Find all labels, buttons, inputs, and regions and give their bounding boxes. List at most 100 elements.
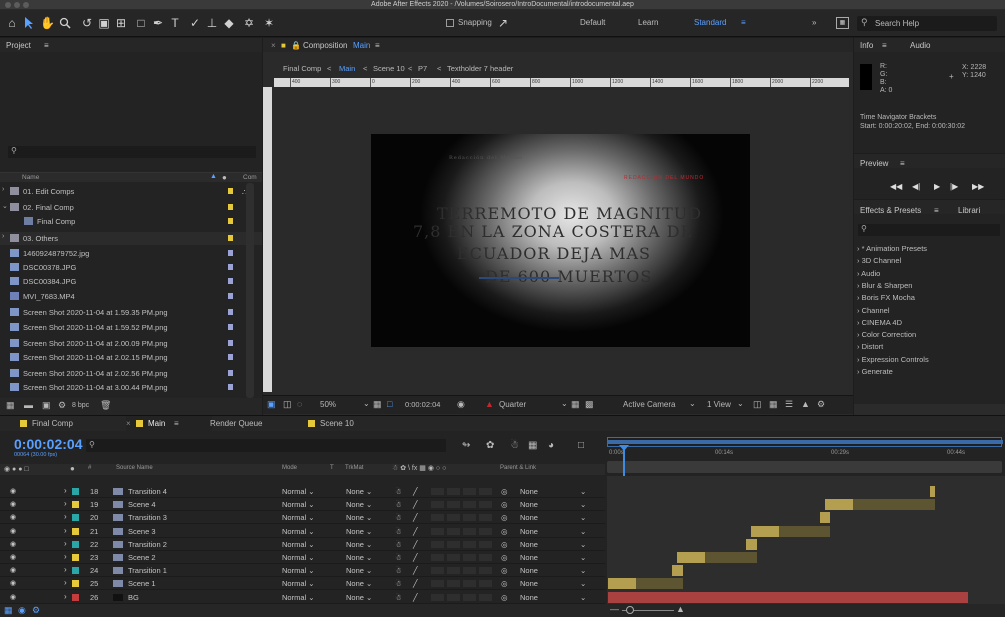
- camera-tool-icon[interactable]: ▣: [97, 15, 111, 31]
- expand-layer-icon[interactable]: ›: [64, 565, 67, 574]
- breadcrumb-main[interactable]: Main: [339, 64, 355, 73]
- zoom-tool-icon[interactable]: [58, 15, 72, 31]
- quality-switch-icon[interactable]: ╱: [413, 500, 418, 509]
- layer-label-swatch[interactable]: [72, 514, 79, 522]
- parent-pickwhip-icon[interactable]: ◎: [501, 513, 508, 522]
- layer-name[interactable]: Transition 3: [128, 513, 167, 522]
- layer-mode-dropdown[interactable]: Normal ⌄: [282, 527, 315, 536]
- disclosure-triangle-icon[interactable]: ⌄: [2, 202, 8, 210]
- layer-switch-box[interactable]: [447, 580, 460, 588]
- panel-menu-icon[interactable]: ≡: [882, 41, 887, 50]
- layer-duration-bar[interactable]: [820, 512, 831, 524]
- toggle-transparency-icon[interactable]: ▩: [585, 399, 594, 410]
- brush-tool-icon[interactable]: ✓: [188, 15, 202, 31]
- layer-switch-box[interactable]: [447, 554, 460, 561]
- panel-menu-icon[interactable]: ≡: [44, 41, 49, 50]
- layer-row[interactable]: ◉ › 22 Normal ⌄ None ⌄ ☃ ╱ ◎ None ⌄ Transition 2: [0, 538, 605, 551]
- layer-label-swatch[interactable]: [72, 501, 79, 509]
- composition-name[interactable]: Main: [353, 41, 370, 50]
- layer-parent-dropdown[interactable]: None: [520, 487, 538, 496]
- project-item[interactable]: Screen Shot 2020-11-04 at 1.59.52 PM.png: [0, 321, 262, 334]
- layer-switch-box[interactable]: [479, 501, 492, 509]
- expand-layer-switches-icon[interactable]: ▦: [4, 605, 13, 616]
- layer-switch-box[interactable]: [431, 567, 444, 575]
- effects-category-item[interactable]: › CINEMA 4D: [857, 318, 902, 327]
- t-header[interactable]: T: [330, 465, 334, 471]
- label-swatch[interactable]: [228, 340, 233, 346]
- layer-switch-box[interactable]: [479, 540, 492, 548]
- layer-label-swatch[interactable]: [72, 527, 79, 535]
- project-item[interactable]: 1460924879752.jpg: [0, 247, 262, 260]
- layer-trkmat-dropdown[interactable]: None ⌄: [346, 593, 372, 602]
- project-item[interactable]: Final Comp: [0, 215, 262, 228]
- parent-link-header[interactable]: Parent & Link: [500, 465, 536, 471]
- rotation-tool-icon[interactable]: ↺: [80, 15, 94, 31]
- time-navigator-bracket[interactable]: [608, 440, 1003, 444]
- layer-switch-box[interactable]: [431, 554, 444, 561]
- project-item[interactable]: Screen Shot 2020-11-04 at 3.00.44 PM.png: [0, 381, 262, 394]
- show-channel-icon[interactable]: ▲: [485, 399, 494, 409]
- next-frame-icon[interactable]: |▶: [950, 182, 958, 191]
- close-tab-icon[interactable]: ×: [126, 419, 131, 428]
- rectangle-tool-icon[interactable]: □: [134, 15, 148, 31]
- effects-category-item[interactable]: › Generate: [857, 367, 893, 376]
- effects-category-item[interactable]: › Boris FX Mocha: [857, 293, 915, 302]
- layer-row[interactable]: ◉ › 19 Normal ⌄ None ⌄ ☃ ╱ ◎ None ⌄ Scene 4: [0, 498, 605, 512]
- layer-switch-box[interactable]: [447, 527, 460, 535]
- comp-flowchart-icon[interactable]: ↬: [462, 440, 470, 451]
- chevron-down-icon[interactable]: ⌄: [580, 579, 586, 588]
- layer-row[interactable]: ◉ › 20 Normal ⌄ None ⌄ ☃ ╱ ◎ None ⌄ Transition 3: [0, 511, 605, 525]
- tab-effects-presets[interactable]: Effects & Presets: [860, 206, 921, 215]
- label-swatch[interactable]: [228, 278, 233, 284]
- layer-mode-dropdown[interactable]: Normal ⌄: [282, 566, 315, 575]
- layer-duration-bar[interactable]: [929, 486, 936, 497]
- layer-label-swatch[interactable]: [72, 554, 79, 561]
- effects-scrollbar[interactable]: [854, 404, 1005, 415]
- shy-layers-icon[interactable]: ☃: [510, 440, 519, 451]
- breadcrumb-textholder[interactable]: Textholder 7 header: [447, 64, 513, 73]
- layer-switch-box[interactable]: [447, 501, 460, 509]
- effects-category-item[interactable]: › 3D Channel: [857, 256, 901, 265]
- current-time-display[interactable]: 0:00:02:04: [405, 400, 440, 409]
- expand-layer-icon[interactable]: ›: [64, 512, 67, 521]
- project-item[interactable]: DSC00384.JPG: [0, 275, 262, 288]
- chevron-down-icon[interactable]: ⌄: [580, 500, 586, 509]
- workspace-default[interactable]: Default: [580, 18, 605, 27]
- layer-switch-box[interactable]: [447, 488, 460, 495]
- chevron-down-icon[interactable]: ⌄: [580, 566, 586, 575]
- layer-trkmat-dropdown[interactable]: None ⌄: [346, 487, 372, 496]
- layer-name[interactable]: Scene 4: [128, 500, 156, 509]
- sort-arrow-icon[interactable]: ▲: [210, 173, 217, 180]
- effects-category-item[interactable]: › Channel: [857, 306, 890, 315]
- layer-switch-box[interactable]: [431, 501, 444, 509]
- layer-mode-dropdown[interactable]: Normal ⌄: [282, 487, 315, 496]
- layer-mode-dropdown[interactable]: Normal ⌄: [282, 540, 315, 549]
- layer-switch-box[interactable]: [463, 580, 476, 588]
- comment-column-header[interactable]: Com: [243, 174, 257, 181]
- visibility-eye-icon[interactable]: ◉: [10, 553, 16, 561]
- label-swatch[interactable]: [228, 384, 233, 390]
- pixel-aspect-icon[interactable]: ◫: [753, 399, 762, 410]
- hand-tool-icon[interactable]: ✋: [40, 15, 55, 31]
- new-folder-icon[interactable]: ▬: [24, 400, 33, 410]
- zoom-out-icon[interactable]: —: [610, 604, 619, 614]
- quality-switch-icon[interactable]: ╱: [413, 513, 418, 522]
- layer-switch-box[interactable]: [431, 593, 444, 601]
- layer-switch-box[interactable]: [479, 593, 492, 601]
- label-swatch[interactable]: [228, 309, 233, 315]
- layer-switch-box[interactable]: [463, 488, 476, 495]
- visibility-eye-icon[interactable]: ◉: [10, 513, 16, 521]
- label-swatch[interactable]: [228, 293, 233, 299]
- reset-exposure-icon[interactable]: ▲: [801, 399, 810, 409]
- shy-switch-icon[interactable]: ☃: [395, 500, 402, 509]
- layer-switch-box[interactable]: [447, 593, 460, 601]
- layer-name[interactable]: Transition 4: [128, 487, 167, 496]
- tab-audio[interactable]: Audio: [910, 41, 930, 50]
- quality-switch-icon[interactable]: ╱: [413, 487, 418, 496]
- timeline-tab[interactable]: × Main ≡: [126, 416, 212, 431]
- expand-layer-icon[interactable]: ›: [64, 526, 67, 535]
- lock-icon[interactable]: 🔒: [291, 41, 301, 50]
- layer-trkmat-dropdown[interactable]: None ⌄: [346, 579, 372, 588]
- first-frame-icon[interactable]: ◀◀: [890, 182, 902, 191]
- quality-switch-icon[interactable]: ╱: [413, 553, 418, 562]
